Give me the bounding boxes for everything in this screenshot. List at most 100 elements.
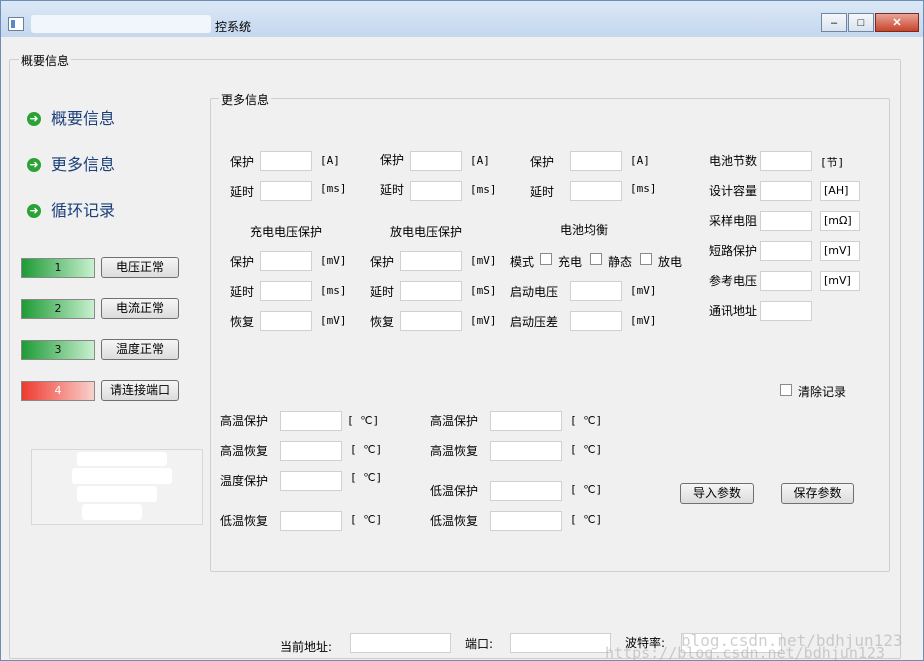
reference-voltage-label: 参考电压 [709, 274, 758, 288]
main-window: 控系统 – □ ✕ 概要信息 ➜ 概要信息 ➜ 更多信息 ➜ 循环记录 1 电压正常 … [0, 0, 924, 661]
current-protect-label-2: 保护 [380, 153, 405, 167]
sidebar-item-overview[interactable]: ➜ 概要信息 [27, 105, 115, 129]
current-delay-input-2[interactable] [410, 181, 462, 201]
current-status-button[interactable]: 电流正常 [101, 298, 179, 319]
discharge-delay-label: 延时 [370, 285, 395, 299]
current-address-input[interactable] [350, 633, 451, 653]
design-capacity-unit: [AH] [820, 181, 860, 201]
balance-start-voltage-unit: [mV] [630, 284, 657, 297]
temp-right-input-1[interactable] [490, 411, 562, 431]
clear-record-checkbox[interactable] [780, 384, 792, 396]
current-protect-input-1[interactable] [260, 151, 312, 171]
sample-resistor-input[interactable] [760, 211, 812, 231]
temp-left-label-4: 低温恢复 [220, 514, 269, 528]
current-delay-unit-2: [ms] [470, 183, 497, 196]
temp-left-input-4[interactable] [280, 511, 342, 531]
discharge-recover-input[interactable] [400, 311, 462, 331]
design-capacity-label: 设计容量 [709, 184, 758, 198]
reference-voltage-input[interactable] [760, 271, 812, 291]
temp-right-label-4: 低温恢复 [430, 514, 479, 528]
current-protect-unit-2: [A] [470, 154, 490, 167]
port-input[interactable] [510, 633, 611, 653]
charge-voltage-title: 充电电压保护 [250, 225, 323, 239]
close-button[interactable]: ✕ [875, 13, 919, 32]
temp-left-input-3[interactable] [280, 471, 342, 491]
watermark-line-2: https://blog.csdn.net/bdhjun123 [605, 644, 885, 661]
charge-delay-input[interactable] [260, 281, 312, 301]
short-protect-label: 短路保护 [709, 244, 758, 258]
charge-recover-unit: [mV] [320, 314, 347, 327]
current-delay-unit-1: [ms] [320, 182, 347, 195]
temp-right-unit-2: [ ℃] [570, 443, 603, 456]
current-delay-label-3: 延时 [530, 185, 555, 199]
balance-start-voltage-input[interactable] [570, 281, 622, 301]
charge-recover-input[interactable] [260, 311, 312, 331]
reference-voltage-unit: [mV] [820, 271, 860, 291]
status-indicator-2: 2 [21, 299, 95, 319]
battery-count-input[interactable] [760, 151, 812, 171]
arrow-right-icon: ➜ [27, 158, 41, 172]
balance-charge-checkbox[interactable] [540, 253, 552, 265]
sidebar-item-label: 循环记录 [51, 201, 116, 220]
connect-port-button[interactable]: 请连接端口 [101, 380, 179, 401]
maximize-button[interactable]: □ [848, 13, 874, 32]
current-address-label: 当前地址: [280, 640, 333, 654]
battery-count-unit: [节] [820, 156, 845, 169]
current-protect-unit-3: [A] [630, 154, 650, 167]
current-delay-label-1: 延时 [230, 185, 255, 199]
save-params-button[interactable]: 保存参数 [781, 483, 854, 504]
balance-start-diff-input[interactable] [570, 311, 622, 331]
temp-left-unit-2: [ ℃] [350, 443, 383, 456]
short-protect-input[interactable] [760, 241, 812, 261]
charge-protect-unit: [mV] [320, 254, 347, 267]
temp-right-input-2[interactable] [490, 441, 562, 461]
temp-right-input-3[interactable] [490, 481, 562, 501]
temp-right-label-3: 低温保护 [430, 484, 479, 498]
discharge-delay-input[interactable] [400, 281, 462, 301]
comm-address-input[interactable] [760, 301, 812, 321]
temp-left-label-2: 高温恢复 [220, 444, 269, 458]
temperature-status-button[interactable]: 温度正常 [101, 339, 179, 360]
window-title: 控系统 [215, 20, 252, 34]
temp-left-unit-4: [ ℃] [350, 513, 383, 526]
current-protect-label-3: 保护 [530, 155, 555, 169]
redacted-info-box [31, 449, 203, 525]
temp-right-label-2: 高温恢复 [430, 444, 479, 458]
balance-static-checkbox[interactable] [590, 253, 602, 265]
voltage-status-button[interactable]: 电压正常 [101, 257, 179, 278]
title-bar[interactable]: 控系统 – □ ✕ [1, 1, 923, 37]
discharge-recover-unit: [mV] [470, 314, 497, 327]
current-protect-unit-1: [A] [320, 154, 340, 167]
discharge-protect-input[interactable] [400, 251, 462, 271]
charge-recover-label: 恢复 [230, 315, 255, 329]
temp-left-input-1[interactable] [280, 411, 342, 431]
clear-record-label: 清除记录 [798, 385, 847, 399]
design-capacity-input[interactable] [760, 181, 812, 201]
minimize-button[interactable]: – [821, 13, 847, 32]
sidebar-item-cycle-record[interactable]: ➜ 循环记录 [27, 197, 115, 221]
temp-right-unit-4: [ ℃] [570, 513, 603, 526]
title-redacted [31, 15, 211, 33]
balance-discharge-label: 放电 [658, 255, 683, 269]
balance-discharge-checkbox[interactable] [640, 253, 652, 265]
discharge-recover-label: 恢复 [370, 315, 395, 329]
current-protect-input-3[interactable] [570, 151, 622, 171]
charge-protect-input[interactable] [260, 251, 312, 271]
sample-resistor-label: 采样电阻 [709, 214, 758, 228]
app-icon [8, 17, 24, 31]
current-delay-input-1[interactable] [260, 181, 312, 201]
sample-resistor-unit: [mΩ] [820, 211, 860, 231]
temp-left-input-2[interactable] [280, 441, 342, 461]
temp-left-label-3: 温度保护 [220, 474, 269, 488]
temp-right-input-4[interactable] [490, 511, 562, 531]
current-delay-input-3[interactable] [570, 181, 622, 201]
current-protect-input-2[interactable] [410, 151, 462, 171]
current-protect-label-1: 保护 [230, 155, 255, 169]
discharge-protect-unit: [mV] [470, 254, 497, 267]
balance-static-label: 静态 [608, 255, 633, 269]
temp-left-unit-3: [ ℃] [350, 471, 383, 484]
port-label: 端口: [465, 637, 494, 651]
import-params-button[interactable]: 导入参数 [680, 483, 754, 504]
sidebar-item-more[interactable]: ➜ 更多信息 [27, 151, 115, 175]
balance-start-voltage-label: 启动电压 [510, 285, 559, 299]
